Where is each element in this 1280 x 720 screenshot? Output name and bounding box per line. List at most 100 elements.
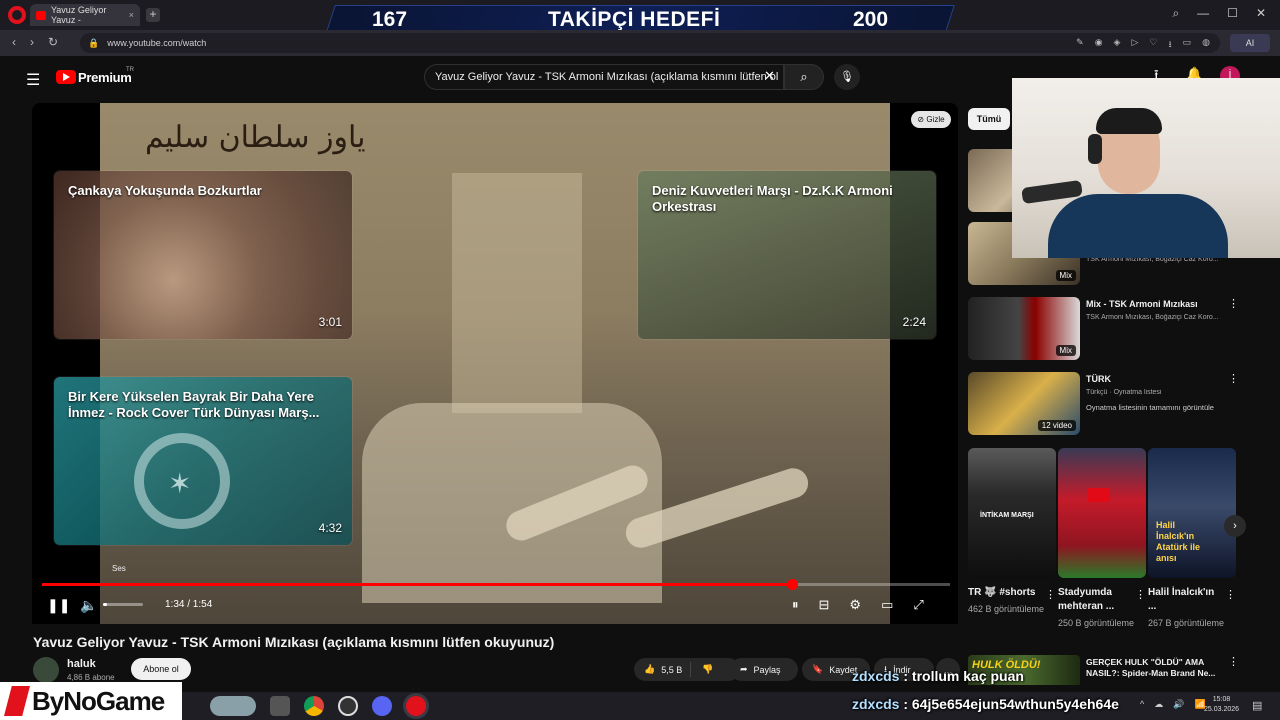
end-screen-video-1[interactable]: Çankaya Yokuşunda Bozkurtlar 3:01	[54, 171, 352, 339]
more-options-icon[interactable]: ⋮	[1225, 588, 1236, 601]
manatee-icon[interactable]	[210, 696, 256, 716]
opera-logo-icon[interactable]	[8, 6, 26, 24]
more-options-icon[interactable]: ⋮	[1228, 297, 1239, 310]
chrome-icon[interactable]	[304, 696, 324, 716]
task-view-icon[interactable]	[270, 696, 290, 716]
minimize-button[interactable]: —	[1197, 6, 1209, 21]
shield-icon[interactable]: ◈	[1114, 37, 1121, 53]
bynogame-wordmark: ByNoGame	[32, 686, 165, 716]
profile-icon[interactable]: ◍	[1202, 37, 1210, 53]
recommended-item[interactable]: Mix Mix - TSK Armoni Mızıkası TSK Armoni…	[968, 297, 1244, 361]
back-button[interactable]: ‹	[12, 35, 16, 49]
progress-scrubber[interactable]	[787, 579, 798, 590]
shorts-next-icon[interactable]: ›	[1224, 515, 1246, 537]
like-dislike-pill: 👍 5,5 B 👎	[634, 658, 740, 681]
chat-message: zdxcds : trollum kaç puan	[852, 668, 1024, 684]
pause-button[interactable]: ❚❚	[47, 597, 70, 614]
streamer-body	[1048, 194, 1228, 258]
settings-icon[interactable]: ⚙	[849, 597, 861, 613]
short-card[interactable]: İNTİKAM MARŞI TR 🐺 #shorts 462 B görüntü…	[968, 448, 1056, 616]
more-options-icon[interactable]: ⋮	[1228, 372, 1239, 385]
ai-button[interactable]: AI	[1230, 34, 1270, 52]
share-button[interactable]: ➦ Paylaş	[730, 658, 798, 681]
recommended-playlist[interactable]: 12 video TÜRK Türkçü · Oynatma listesi O…	[968, 372, 1244, 436]
playlist-count-badge: 12 video	[1037, 420, 1076, 431]
theater-mode-icon[interactable]: ▭	[881, 597, 893, 613]
chat-username: zdxcds	[852, 696, 900, 712]
tab-title: Yavuz Geliyor Yavuz -	[50, 5, 107, 25]
download-icon[interactable]: ⭳	[1168, 37, 1171, 53]
filter-chip-all[interactable]: Tümü	[968, 108, 1010, 130]
youtube-premium-brand[interactable]: Premium	[78, 70, 132, 85]
youtube-logo-icon[interactable]	[56, 70, 76, 84]
browser-search-icon[interactable]: ⌕	[1172, 6, 1179, 21]
camera-icon[interactable]: ◉	[1095, 37, 1103, 53]
chat-username: zdxcds	[852, 668, 900, 684]
opera-icon[interactable]	[406, 696, 426, 716]
progress-bar-played	[42, 583, 792, 586]
browser-tab-active[interactable]: Yavuz Geliyor Yavuz - ×	[30, 4, 140, 26]
heart-icon[interactable]: ♡	[1149, 37, 1157, 53]
more-options-icon[interactable]: ⋮	[1135, 588, 1146, 601]
subscriber-count: 4,86 B abone	[67, 673, 115, 682]
turkish-flag-icon	[1088, 488, 1110, 502]
voice-search-button[interactable]: 🎙	[834, 64, 860, 90]
recommended-title: TÜRK	[1086, 374, 1111, 384]
search-input[interactable]: Yavuz Geliyor Yavuz - TSK Armoni Mızıkas…	[424, 64, 784, 90]
lock-icon: 🔒	[88, 37, 100, 48]
tray-overflow-icon[interactable]: ^	[1140, 699, 1144, 710]
maximize-button[interactable]: ☐	[1227, 6, 1238, 21]
new-tab-button[interactable]: +	[146, 8, 160, 22]
subscribe-button[interactable]: Abone ol	[131, 658, 191, 680]
close-window-button[interactable]: ✕	[1256, 6, 1266, 21]
end-screen-video-2[interactable]: Deniz Kuvvetleri Marşı - Dz.K.K Armoni O…	[638, 171, 936, 339]
end-screen-video-3[interactable]: ✶ Bir Kere Yükselen Bayrak Bir Daha Yere…	[54, 377, 352, 545]
reload-button[interactable]: ↻	[48, 35, 58, 49]
url-field[interactable]: 🔒 www.youtube.com/watch	[80, 33, 1220, 53]
notification-center-icon[interactable]: ▤	[1252, 699, 1262, 712]
volume-slider[interactable]	[103, 603, 143, 606]
like-count[interactable]: 5,5 B	[661, 665, 682, 675]
clear-search-icon[interactable]: ✕	[764, 68, 775, 84]
player-right-controls: ⏸ ⊟ ⚙ ▭ ⤢	[792, 597, 924, 613]
obs-icon[interactable]	[338, 696, 358, 716]
channel-avatar[interactable]	[33, 657, 59, 683]
view-full-playlist-link[interactable]: Oynatma listesinin tamamını görüntüle	[1086, 403, 1236, 412]
chat-text: : 64j5e654ejun54wthun5y4eh64e	[903, 696, 1119, 712]
more-options-icon[interactable]: ⋮	[1045, 588, 1056, 601]
address-bar-extensions: ✎ ◉ ◈ ▷ ♡ ⭳ ▭ ◍	[1076, 37, 1210, 53]
short-card[interactable]: Stadyumda mehteran ... 250 B görüntüleme…	[1058, 448, 1146, 630]
recommended-title: Mix - TSK Armoni Mızıkası	[1086, 299, 1198, 309]
play-icon[interactable]: ▷	[1131, 37, 1138, 53]
edit-icon[interactable]: ✎	[1076, 37, 1084, 53]
forward-button[interactable]: ›	[30, 35, 34, 49]
more-options-icon[interactable]: ⋮	[1228, 655, 1239, 668]
goal-current-count: 167	[372, 8, 408, 31]
like-icon[interactable]: 👍	[644, 664, 655, 675]
taskbar-clock[interactable]: 15:08 25.03.2026	[1204, 695, 1239, 715]
share-label: Paylaş	[753, 664, 781, 675]
hide-end-screen-button[interactable]: ⊘ Gizle	[911, 111, 951, 128]
fullscreen-icon[interactable]: ⤢	[913, 597, 923, 613]
recommended-thumbnail: Mix	[968, 297, 1080, 360]
autoplay-toggle-icon[interactable]: ⏸	[792, 597, 799, 613]
recommended-thumbnail: 12 video	[968, 372, 1080, 435]
region-code: TR	[126, 67, 134, 73]
star-icon: ✶	[168, 468, 192, 499]
mix-badge: Mix	[1055, 270, 1076, 281]
menu-icon[interactable]: ☰	[26, 70, 40, 90]
discord-icon[interactable]	[372, 696, 392, 716]
bookmark-icon[interactable]: ▭	[1183, 37, 1192, 53]
tab-close-icon[interactable]: ×	[129, 10, 134, 20]
speaker-icon[interactable]: 🔊	[1173, 699, 1184, 710]
volume-icon[interactable]: 🔈	[80, 597, 97, 614]
channel-name[interactable]: haluk	[67, 658, 96, 670]
short-card[interactable]: Halil İnalcık'ın Atatürk ile anısı Halil…	[1148, 448, 1236, 630]
time-display: 1:34 / 1:54	[165, 599, 213, 610]
subtitles-icon[interactable]: ⊟	[819, 597, 830, 613]
end-screen-title: Bir Kere Yükselen Bayrak Bir Daha Yere İ…	[68, 389, 320, 420]
cloud-icon[interactable]: ☁	[1154, 699, 1163, 710]
youtube-favicon-icon	[36, 10, 46, 20]
dislike-icon[interactable]: 👎	[702, 664, 713, 675]
search-button[interactable]: ⌕	[784, 64, 824, 90]
